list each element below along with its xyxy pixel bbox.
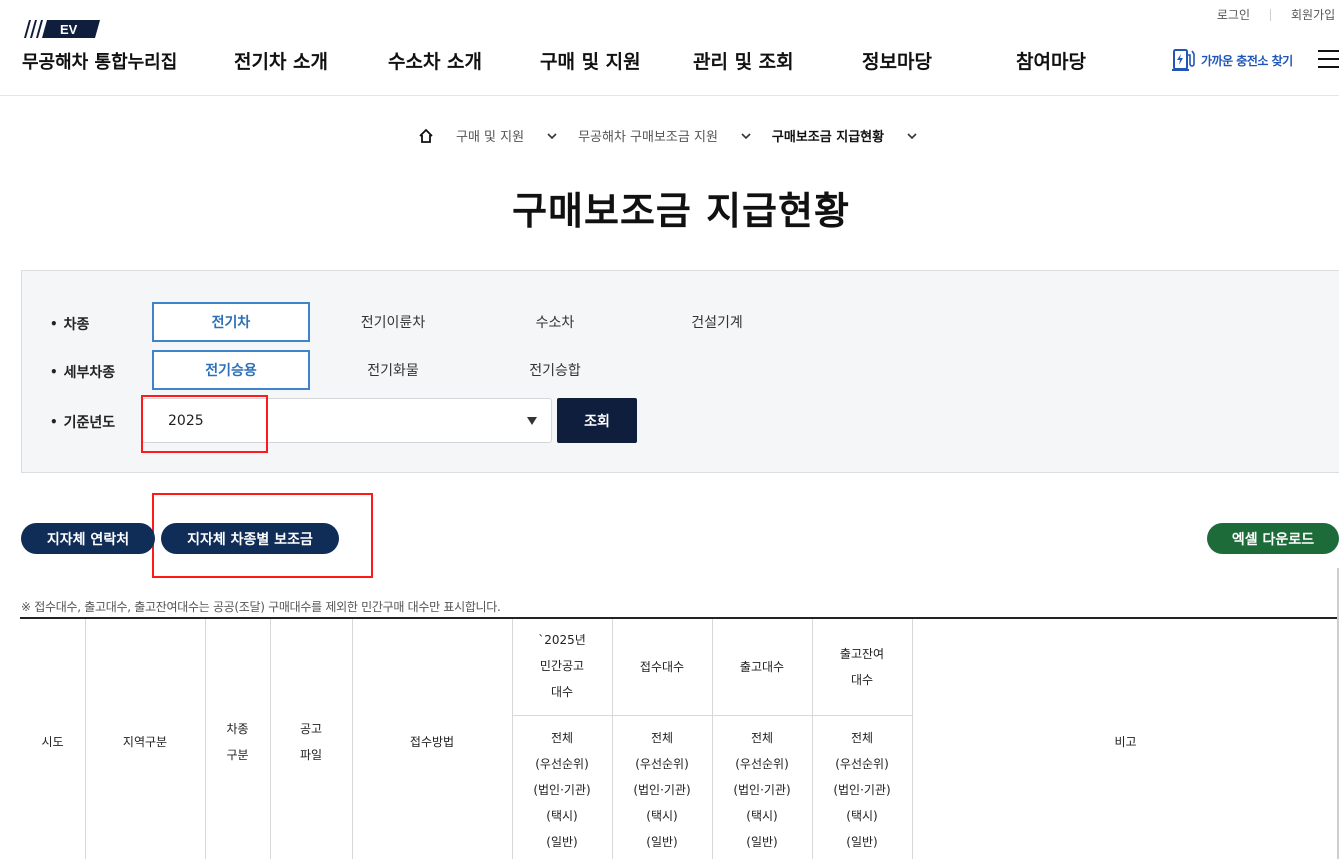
th-line: 민간공고 — [539, 659, 585, 673]
find-charger-label: 가까운 충전소 찾기 — [1201, 53, 1293, 68]
th-line: (택시) — [546, 809, 578, 823]
menu-bar — [1318, 50, 1339, 52]
th-line: 전체 — [850, 731, 874, 745]
th-line: 전체 — [550, 731, 574, 745]
excel-download-button[interactable]: 엑셀 다운로드 — [1207, 523, 1339, 554]
th-line: (법인·기관) — [833, 783, 891, 797]
menu-bar — [1318, 58, 1339, 60]
th-line: (일반) — [546, 835, 578, 849]
local-gov-contacts-button[interactable]: 지자체 연락처 — [21, 523, 155, 554]
th-line: (일반) — [646, 835, 678, 849]
chevron-down-icon[interactable] — [740, 130, 752, 142]
chevron-down-icon[interactable] — [906, 130, 918, 142]
highlight-box-year — [141, 395, 268, 453]
menu-information[interactable]: 정보마당 — [862, 47, 932, 74]
th-line: (법인·기관) — [533, 783, 591, 797]
th-line: 대수 — [550, 685, 574, 699]
table-notice: ※ 접수대수, 출고대수, 출고잔여대수는 공공(조달) 구매대수를 제외한 민… — [21, 600, 501, 614]
breadcrumb-item-subsidy[interactable]: 무공해차 구매보조금 지원 — [578, 126, 718, 145]
vehicle-type-construction[interactable]: 건설기계 — [638, 302, 796, 342]
year-label: 기준년도 — [50, 412, 116, 432]
th-region: 지역구분 — [122, 735, 168, 749]
th-line: 파일 — [299, 748, 323, 762]
th-sido: 시도 — [41, 735, 64, 749]
th-line: (택시) — [646, 809, 678, 823]
svg-text:EV: EV — [60, 22, 78, 37]
ev-logo-icon: EV — [24, 20, 100, 38]
th-breakdown-received: 전체 (우선순위) (법인·기관) (택시) (일반) — [612, 725, 712, 855]
th-line: (우선순위) — [735, 757, 789, 771]
all-menu-button[interactable] — [1318, 50, 1339, 68]
th-line: (일반) — [746, 835, 778, 849]
login-link[interactable]: 로그인 — [1217, 6, 1250, 23]
th-line: (우선순위) — [635, 757, 689, 771]
sub-type-label: 세부차종 — [50, 362, 116, 382]
th-line: (일반) — [846, 835, 878, 849]
th-line: (법인·기관) — [733, 783, 791, 797]
breadcrumb: 구매 및 지원 무공해차 구매보조금 지원 구매보조금 지급현황 — [418, 126, 938, 145]
vehicle-type-ev[interactable]: 전기차 — [152, 302, 310, 342]
th-line: `2025년 — [538, 633, 586, 647]
th-line: 구분 — [226, 748, 249, 762]
th-line: (택시) — [746, 809, 778, 823]
vehicle-type-ev-motorcycle[interactable]: 전기이륜차 — [314, 302, 472, 342]
th-notice-count: `2025년 민간공고 대수 — [512, 627, 612, 705]
th-line: (우선순위) — [535, 757, 589, 771]
utility-links: 로그인 회원가입 — [1217, 6, 1339, 23]
menu-hydrogen-intro[interactable]: 수소차 소개 — [388, 47, 482, 74]
subsidy-status-table: 시도 지역구분 차종 구분 공고 파일 접수방법 `2025년 민간공고 대수 … — [20, 617, 1339, 859]
th-method: 접수방법 — [409, 735, 455, 749]
local-gov-subsidy-button[interactable]: 지자체 차종별 보조금 — [161, 523, 339, 554]
th-received: 접수대수 — [639, 660, 685, 674]
chevron-down-icon[interactable] — [546, 130, 558, 142]
th-vehicle-type: 차종 구분 — [205, 716, 270, 768]
th-released: 출고대수 — [739, 660, 785, 674]
sub-type-cargo[interactable]: 전기화물 — [314, 350, 472, 390]
main-navigation: 전기차 소개 수소차 소개 구매 및 지원 관리 및 조회 정보마당 참여마당 — [0, 47, 1339, 75]
th-breakdown-released: 전체 (우선순위) (법인·기관) (택시) (일반) — [712, 725, 812, 855]
menu-purchase-support[interactable]: 구매 및 지원 — [540, 47, 641, 74]
th-line: 출고잔여 — [839, 647, 885, 661]
th-remark: 비고 — [1114, 735, 1137, 749]
menu-participation[interactable]: 참여마당 — [1016, 47, 1086, 74]
find-charger-button[interactable]: 가까운 충전소 찾기 — [1171, 47, 1293, 73]
header-divider — [0, 95, 1339, 96]
th-line: (법인·기관) — [633, 783, 691, 797]
menu-bar — [1318, 66, 1339, 68]
th-line: 공고 — [299, 722, 323, 736]
caret-down-icon — [527, 417, 537, 425]
th-line: (우선순위) — [835, 757, 889, 771]
charger-icon — [1172, 49, 1195, 71]
vehicle-type-hydrogen[interactable]: 수소차 — [476, 302, 634, 342]
header-row-divider — [512, 715, 912, 716]
th-line: 대수 — [850, 673, 874, 687]
th-notice-file: 공고 파일 — [270, 716, 352, 768]
th-line: (택시) — [846, 809, 878, 823]
th-line: 전체 — [750, 731, 774, 745]
search-button[interactable]: 조회 — [557, 398, 637, 443]
page-title: 구매보조금 지급현황 — [512, 189, 850, 233]
menu-ev-intro[interactable]: 전기차 소개 — [234, 47, 328, 74]
th-line: 차종 — [226, 722, 249, 736]
breadcrumb-item-purchase[interactable]: 구매 및 지원 — [456, 126, 524, 145]
sub-type-passenger[interactable]: 전기승용 — [152, 350, 310, 390]
vehicle-type-label: 차종 — [50, 314, 90, 334]
th-remaining: 출고잔여 대수 — [812, 641, 912, 693]
menu-management[interactable]: 관리 및 조회 — [693, 47, 794, 74]
home-icon[interactable] — [418, 128, 434, 144]
th-line: 전체 — [650, 731, 674, 745]
sub-type-bus[interactable]: 전기승합 — [476, 350, 634, 390]
signup-link[interactable]: 회원가입 — [1291, 6, 1339, 23]
divider — [1270, 8, 1271, 21]
th-breakdown-remaining: 전체 (우선순위) (법인·기관) (택시) (일반) — [812, 725, 912, 855]
breadcrumb-item-current[interactable]: 구매보조금 지급현황 — [772, 126, 884, 145]
th-breakdown-notice: 전체 (우선순위) (법인·기관) (택시) (일반) — [512, 725, 612, 855]
